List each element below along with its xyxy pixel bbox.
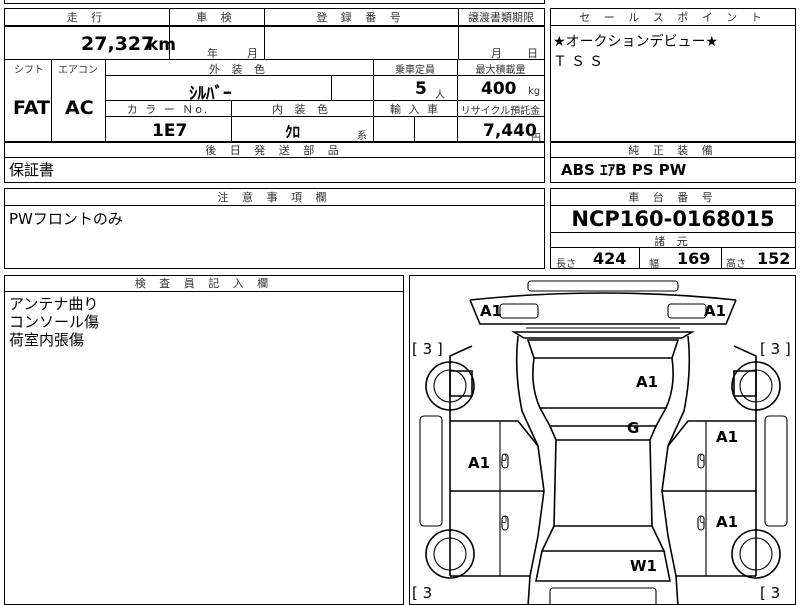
notes-box: 注 意 事 項 欄 PWフロントのみ (4, 188, 545, 269)
chassis-number: NCP160-0168015 (571, 207, 775, 231)
recycle-header: リサイクル預託金 (460, 106, 541, 117)
height-value: 152 (757, 249, 791, 268)
tire-front-right: [ 3 ] (760, 340, 791, 358)
tag-left-front-door: A1 (468, 454, 491, 472)
mileage-unit: km (147, 35, 177, 55)
zero-mark: 0 (501, 515, 508, 526)
shift-value: FAT (13, 97, 50, 119)
zero-mark: 0 (501, 453, 508, 464)
color-no-header: カ ラ ー Ｎo. (126, 103, 210, 116)
recycle-value: 7,440 (483, 121, 537, 141)
max-load-header: 最大積載量 (475, 65, 526, 76)
ac-header: エアコン (58, 65, 98, 76)
zero-mark: 0 (699, 515, 706, 526)
interior-color-value: ｸﾛ (285, 123, 301, 141)
transfer-header: 譲渡書類期限 (458, 9, 544, 26)
later-parts-box: 後 日 発 送 部 品 保証書 (4, 142, 545, 183)
inspector-header: 検 査 員 記 入 欄 (5, 276, 403, 292)
tire-front-left: [ 3 ] (412, 340, 443, 358)
sales-point-line-2: ＴＳＳ (553, 54, 607, 70)
genuine-equipment-box: 純 正 装 備 ABS ｴｱB PS PW (550, 142, 796, 183)
mileage-value: 27,327 (81, 33, 155, 55)
genuine-equipment-header: 純 正 装 備 (551, 143, 795, 158)
ac-value: AC (65, 97, 94, 119)
tag-right-rear-door: A1 (716, 513, 739, 531)
width-label: 幅 (649, 259, 659, 270)
notes-value: PWフロントのみ (9, 210, 123, 228)
color-no-value: 1E7 (152, 121, 188, 141)
interior-color-suffix: 系 (357, 131, 367, 142)
tire-rear-right: [ 3 (760, 584, 781, 602)
chassis-header: 車 台 番 号 (551, 189, 795, 206)
chassis-box: 車 台 番 号 NCP160-0168015 諸 元 長さ 424 幅 169 … (550, 188, 796, 270)
tag-right-front-door: A1 (716, 428, 739, 446)
shift-header: シフト (14, 65, 44, 76)
genuine-equipment-value: ABS ｴｱB PS PW (561, 161, 687, 179)
mileage-header: 走 行 (5, 9, 169, 26)
zero-mark: 0 (699, 453, 706, 464)
inspector-box: 検 査 員 記 入 欄 アンテナ曲り コンソール傷 荷室内張傷 (4, 275, 404, 605)
import-header: 輸 入 車 (390, 103, 440, 116)
tag-rear-glass: W1 (630, 557, 657, 575)
tag-roof: G (627, 419, 640, 437)
inspector-line-2: コンソール傷 (9, 313, 100, 331)
sales-point-line-1: ★オークションデビュー★ (553, 34, 719, 50)
length-value: 424 (593, 249, 627, 268)
inspector-line-1: アンテナ曲り (9, 295, 99, 313)
height-label: 高さ (726, 259, 746, 270)
tag-hood: A1 (636, 373, 659, 391)
vehicle-info-table: 走 行 車 検 登 録 番 号 譲渡書類期限 27,327 km 年 月 月 日… (4, 8, 545, 144)
max-load-unit: kg (528, 86, 541, 97)
later-parts-value: 保証書 (9, 161, 55, 179)
notes-header: 注 意 事 項 欄 (5, 189, 544, 206)
car-diagram (419, 280, 788, 604)
inspector-line-3: 荷室内張傷 (9, 331, 85, 349)
capacity-unit: 人 (435, 90, 445, 101)
tag-front-left: A1 (480, 302, 503, 320)
width-value: 169 (677, 249, 711, 268)
interior-color-header: 内 装 色 (272, 103, 332, 116)
sales-point-header: セ ー ル ス ポ イ ン ト (551, 9, 795, 26)
later-parts-header: 後 日 発 送 部 品 (5, 143, 544, 158)
registration-header: 登 録 番 号 (264, 9, 458, 26)
car-diagram-box: A1 A1 A1 G A1 A1 A1 W1 [ 3 ] [ 3 ] [ 3 [… (409, 275, 796, 605)
inspection-header: 車 検 (169, 9, 264, 26)
length-label: 長さ (556, 259, 576, 270)
top-strip (4, 0, 545, 4)
sales-point-box: セ ー ル ス ポ イ ン ト ★オークションデビュー★ ＴＳＳ (550, 8, 796, 142)
max-load-value: 400 (481, 79, 517, 99)
capacity-header: 乗車定員 (395, 65, 435, 76)
tire-rear-left: [ 3 (412, 584, 433, 602)
capacity-value: 5 (415, 79, 427, 99)
tag-front-right: A1 (704, 302, 727, 320)
